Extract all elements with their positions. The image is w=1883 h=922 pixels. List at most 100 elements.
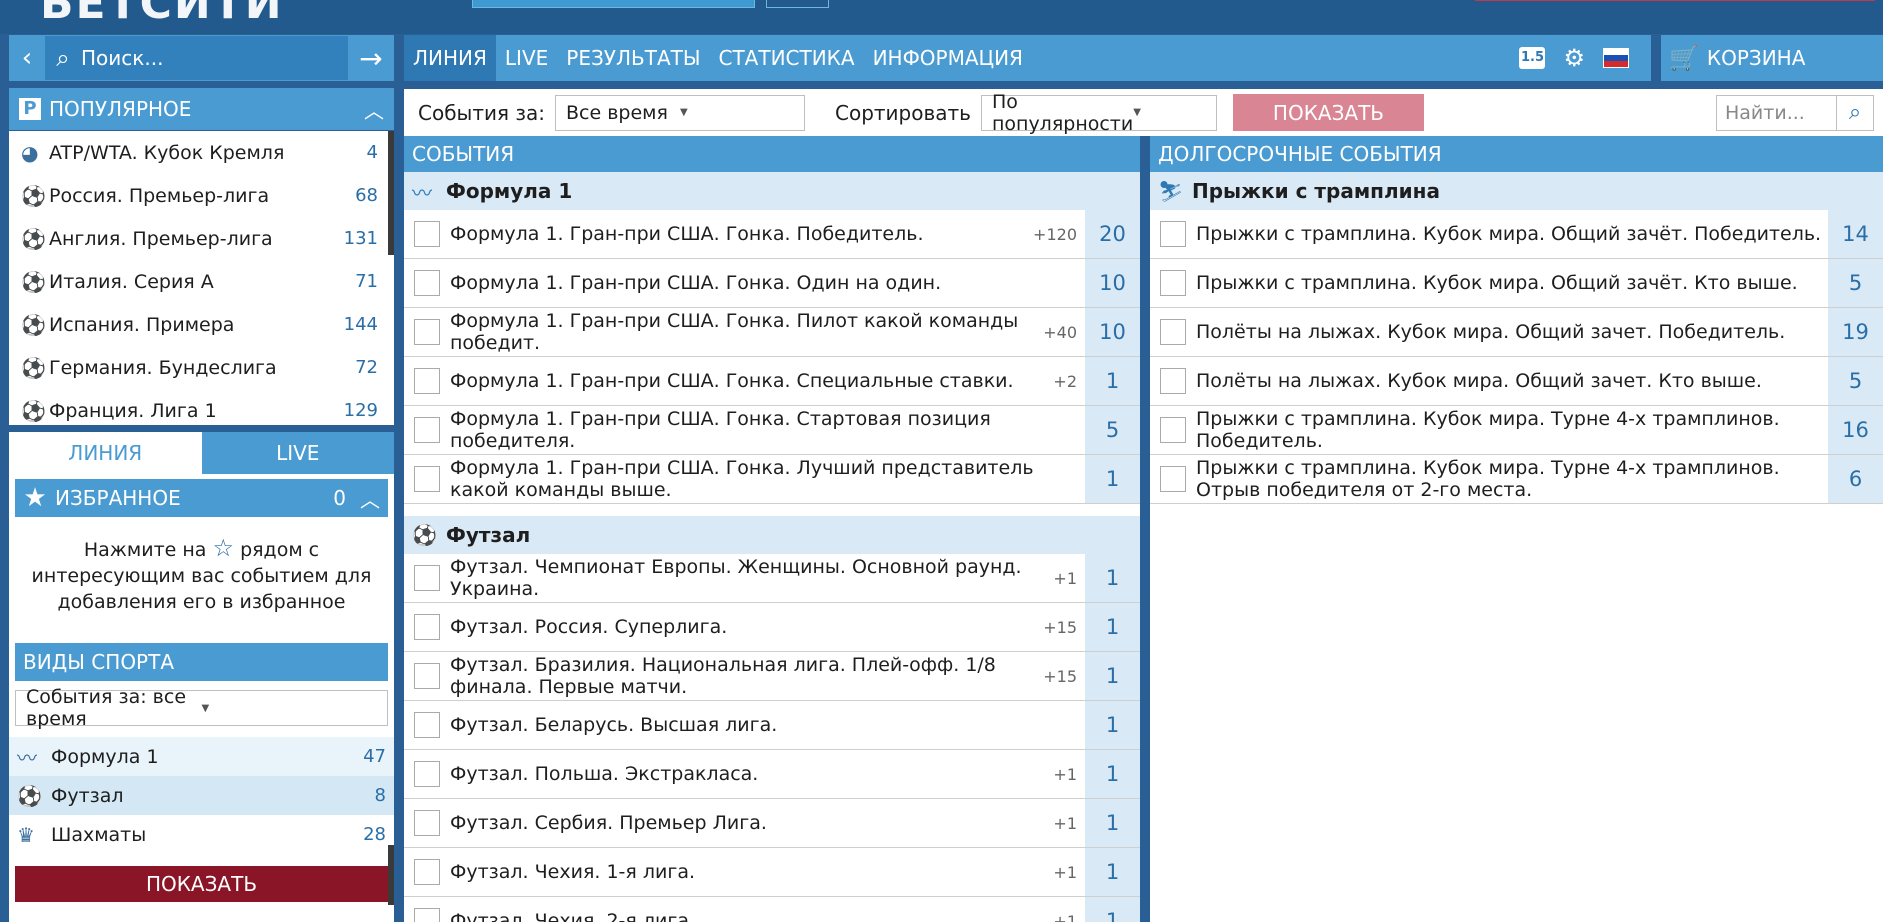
table-row[interactable]: Футзал. Россия. Суперлига. +15 1 [404,603,1140,652]
event-checkbox[interactable] [414,417,440,443]
sports-period-select[interactable]: События за: все время ▼ [15,686,388,730]
search-input[interactable]: ⌕ Поиск... [45,36,348,80]
table-row[interactable]: Футзал. Польша. Экстракласа. +1 1 [404,750,1140,799]
event-count[interactable]: 1 [1085,554,1140,602]
event-checkbox[interactable] [1160,417,1186,443]
more-markets-count[interactable]: +1 [1053,863,1077,882]
event-count[interactable]: 1 [1085,455,1140,503]
popular-scrollbar[interactable] [388,131,394,255]
more-markets-count[interactable]: +1 [1053,814,1077,833]
chevron-up-icon[interactable]: ︿ [352,484,388,513]
more-markets-count[interactable]: +1 [1053,912,1077,922]
tab-line[interactable]: ЛИНИЯ [404,35,496,81]
event-checkbox[interactable] [414,270,440,296]
list-item[interactable]: ◕ ATP/WTA. Кубок Кремля 4 [9,131,394,174]
table-row[interactable]: Прыжки с трамплина. Кубок мира. Турне 4-… [1150,455,1883,504]
event-count[interactable]: 5 [1828,357,1883,405]
event-title[interactable]: Формула 1. Гран-при США. Гонка. Один на … [450,272,1077,294]
event-checkbox[interactable] [414,368,440,394]
event-title[interactable]: Прыжки с трамплина. Кубок мира. Общий за… [1196,223,1828,245]
event-count[interactable]: 1 [1085,750,1140,798]
find-input[interactable]: Найти... [1716,94,1836,131]
table-row[interactable]: Формула 1. Гран-при США. Гонка. Пилот ка… [404,308,1140,357]
site-logo[interactable]: БЕТСИТИ [40,0,284,29]
list-item[interactable]: ⚽ Италия. Серия А 71 [9,260,394,303]
event-title[interactable]: Футзал. Россия. Суперлига. [450,616,1043,638]
event-count[interactable]: 1 [1085,652,1140,700]
event-checkbox[interactable] [414,859,440,885]
event-count[interactable]: 1 [1085,357,1140,405]
event-checkbox[interactable] [414,810,440,836]
table-row[interactable]: Прыжки с трамплина. Кубок мира. Общий за… [1150,259,1883,308]
table-row[interactable]: Формула 1. Гран-при США. Гонка. Один на … [404,259,1140,308]
more-markets-count[interactable]: +120 [1033,225,1077,244]
chevron-up-icon[interactable]: ︿ [354,95,394,124]
category-header-formula1[interactable]: 〰 Формула 1 [404,172,1140,210]
event-title[interactable]: Формула 1. Гран-при США. Гонка. Пилот ка… [450,310,1043,354]
event-count[interactable]: 6 [1828,455,1883,503]
event-title[interactable]: Футзал. Чехия. 2-я лига. [450,910,1053,922]
tab-live[interactable]: LIVE [496,35,557,81]
table-row[interactable]: Полёты на лыжах. Кубок мира. Общий зачет… [1150,357,1883,406]
event-count[interactable]: 19 [1828,308,1883,356]
event-title[interactable]: Полёты на лыжах. Кубок мира. Общий зачет… [1196,370,1828,392]
table-row[interactable]: Формула 1. Гран-при США. Гонка. Лучший п… [404,455,1140,504]
header-button[interactable] [472,0,755,8]
table-row[interactable]: Футзал. Сербия. Премьер Лига. +1 1 [404,799,1140,848]
event-title[interactable]: Футзал. Чехия. 1-я лига. [450,861,1053,883]
tab-statistics[interactable]: СТАТИСТИКА [710,35,864,81]
table-row[interactable]: Футзал. Чехия. 2-я лига. +1 1 [404,897,1140,922]
more-markets-count[interactable]: +15 [1043,618,1077,637]
left-scrollbar[interactable] [388,845,394,905]
more-markets-count[interactable]: +2 [1053,372,1077,391]
events-period-select[interactable]: Все время ▼ [555,94,805,131]
category-header-ski-jumping[interactable]: ⛷ Прыжки с трамплина [1150,172,1883,210]
event-checkbox[interactable] [414,908,440,922]
event-title[interactable]: Футзал. Чемпионат Европы. Женщины. Основ… [450,556,1053,600]
event-count[interactable]: 1 [1085,603,1140,651]
event-title[interactable]: Футзал. Польша. Экстракласа. [450,763,1053,785]
list-item[interactable]: ⚽ Испания. Примера 144 [9,303,394,346]
event-count[interactable]: 14 [1828,210,1883,258]
table-row[interactable]: Футзал. Чехия. 1-я лига. +1 1 [404,848,1140,897]
popular-header[interactable]: P ПОПУЛЯРНОЕ ︿ [9,88,394,130]
table-row[interactable]: Формула 1. Гран-при США. Гонка. Победите… [404,210,1140,259]
event-count[interactable]: 5 [1828,259,1883,307]
event-title[interactable]: Полёты на лыжах. Кубок мира. Общий зачет… [1196,321,1828,343]
event-count[interactable]: 5 [1085,406,1140,454]
table-row[interactable]: Формула 1. Гран-при США. Гонка. Стартова… [404,406,1140,455]
table-row[interactable]: Футзал. Бразилия. Национальная лига. Пле… [404,652,1140,701]
list-item[interactable]: ⚽ Россия. Премьер-лига 68 [9,174,394,217]
odds-format-badge[interactable]: 1.5 [1519,47,1546,69]
table-row[interactable]: Полёты на лыжах. Кубок мира. Общий зачет… [1150,308,1883,357]
table-row[interactable]: Футзал. Беларусь. Высшая лига. 1 [404,701,1140,750]
event-checkbox[interactable] [1160,368,1186,394]
list-item[interactable]: ⚽ Германия. Бундеслига 72 [9,346,394,389]
event-checkbox[interactable] [414,466,440,492]
event-title[interactable]: Прыжки с трамплина. Кубок мира. Турне 4-… [1196,457,1828,501]
sport-item-formula1[interactable]: 〰 Формула 1 47 [9,737,394,776]
tab-info[interactable]: ИНФОРМАЦИЯ [864,35,1032,81]
table-row[interactable]: Футзал. Чемпионат Европы. Женщины. Основ… [404,554,1140,603]
arrow-right-icon[interactable]: → [348,42,394,75]
event-title[interactable]: Формула 1. Гран-при США. Гонка. Лучший п… [450,457,1077,501]
event-title[interactable]: Прыжки с трамплина. Кубок мира. Общий за… [1196,272,1828,294]
event-checkbox[interactable] [1160,466,1186,492]
event-count[interactable]: 10 [1085,308,1140,356]
more-markets-count[interactable]: +1 [1053,765,1077,784]
event-checkbox[interactable] [414,712,440,738]
event-count[interactable]: 20 [1085,210,1140,258]
event-title[interactable]: Футзал. Бразилия. Национальная лига. Пле… [450,654,1043,698]
list-item[interactable]: ⚽ Англия. Премьер-лига 131 [9,217,394,260]
event-checkbox[interactable] [1160,270,1186,296]
chevron-left-icon[interactable]: ‹ [9,43,45,73]
tab-results[interactable]: РЕЗУЛЬТАТЫ [557,35,709,81]
more-markets-count[interactable]: +40 [1043,323,1077,342]
event-count[interactable]: 1 [1085,701,1140,749]
russian-flag-icon[interactable] [1603,48,1629,68]
table-row[interactable]: Формула 1. Гран-при США. Гонка. Специаль… [404,357,1140,406]
event-checkbox[interactable] [414,221,440,247]
event-title[interactable]: Футзал. Беларусь. Высшая лига. [450,714,1077,736]
table-row[interactable]: Прыжки с трамплина. Кубок мира. Общий за… [1150,210,1883,259]
favorites-header[interactable]: ★ ИЗБРАННОЕ 0 ︿ [15,479,388,517]
